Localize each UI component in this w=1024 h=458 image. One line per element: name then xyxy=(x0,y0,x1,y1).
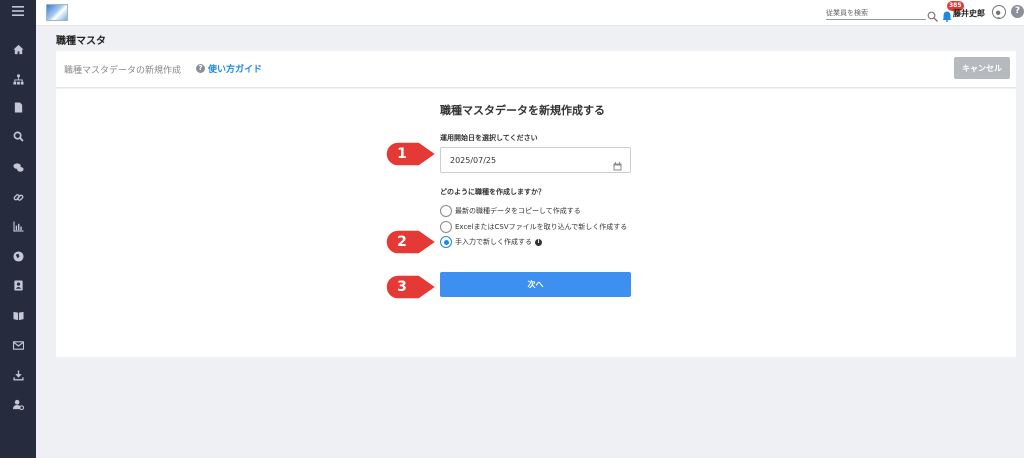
org-chart-icon[interactable] xyxy=(0,69,36,89)
sidebar xyxy=(0,0,36,458)
chat-icon[interactable] xyxy=(0,157,36,177)
start-date-label: 運用開始日を選択してください xyxy=(440,134,538,142)
globe-icon[interactable] xyxy=(0,246,36,266)
next-button[interactable]: 次へ xyxy=(440,272,631,297)
create-form-card: 職種マスタデータを新規作成する 運用開始日を選択してください 2025/07/2… xyxy=(56,89,1016,357)
callout-number: 1 xyxy=(397,146,407,162)
menu-icon[interactable] xyxy=(0,1,36,21)
employee-search-input[interactable] xyxy=(826,6,926,20)
book-icon[interactable] xyxy=(0,305,36,325)
chart-icon[interactable] xyxy=(0,216,36,236)
option-copy-latest[interactable]: 最新の職種データをコピーして作成する xyxy=(440,205,581,217)
user-avatar-icon[interactable] xyxy=(992,5,1006,19)
info-icon[interactable]: i xyxy=(535,238,542,246)
top-header: 385 藤井史郎 ? xyxy=(36,0,1024,26)
link-icon[interactable] xyxy=(0,187,36,207)
help-icon[interactable]: ? xyxy=(1011,5,1024,18)
cancel-button[interactable]: キャンセル xyxy=(954,57,1010,79)
mail-icon[interactable] xyxy=(0,335,36,355)
user-settings-icon[interactable] xyxy=(0,394,36,414)
creation-method-label: どのように職種を作成しますか？ xyxy=(440,188,545,196)
form-title: 職種マスタデータを新規作成する xyxy=(440,104,605,117)
user-name[interactable]: 藤井史郎 xyxy=(953,8,985,19)
callout-marker-1: 1 xyxy=(385,141,438,167)
option-import-file[interactable]: ExcelまたはCSVファイルを取り込んで新しく作成する xyxy=(440,221,627,233)
company-logo[interactable] xyxy=(46,4,68,21)
subheader-bar: 職種マスタデータの新規作成 ? 使い方ガイド キャンセル xyxy=(56,51,1016,88)
usage-guide-link[interactable]: ? 使い方ガイド xyxy=(196,62,262,75)
callout-marker-3: 3 xyxy=(385,274,438,300)
start-date-field[interactable]: 2025/07/25 xyxy=(440,147,631,173)
document-icon[interactable] xyxy=(0,97,36,117)
radio-import-file[interactable] xyxy=(440,221,452,233)
search-icon[interactable] xyxy=(0,126,36,146)
option-label: 最新の職種データをコピーして作成する xyxy=(455,207,581,215)
start-date-value: 2025/07/25 xyxy=(450,156,497,165)
radio-manual-entry[interactable] xyxy=(440,236,452,248)
callout-number: 2 xyxy=(397,234,407,250)
subheader-label: 職種マスタデータの新規作成 xyxy=(64,66,182,76)
contact-icon[interactable] xyxy=(0,275,36,295)
option-label: ExcelまたはCSVファイルを取り込んで新しく作成する xyxy=(455,223,628,231)
callout-marker-2: 2 xyxy=(385,229,438,255)
option-label: 手入力で新しく作成する xyxy=(455,238,532,246)
radio-copy-latest[interactable] xyxy=(440,205,452,217)
home-icon[interactable] xyxy=(0,39,36,59)
callout-number: 3 xyxy=(397,279,407,295)
option-manual-entry[interactable]: 手入力で新しく作成する i xyxy=(440,236,542,248)
page-title: 職種マスタ xyxy=(56,36,106,47)
download-icon[interactable] xyxy=(0,365,36,385)
question-circle-icon: ? xyxy=(196,64,205,73)
calendar-icon[interactable] xyxy=(613,156,622,171)
search-icon[interactable] xyxy=(927,7,938,22)
usage-guide-label: 使い方ガイド xyxy=(208,65,263,75)
